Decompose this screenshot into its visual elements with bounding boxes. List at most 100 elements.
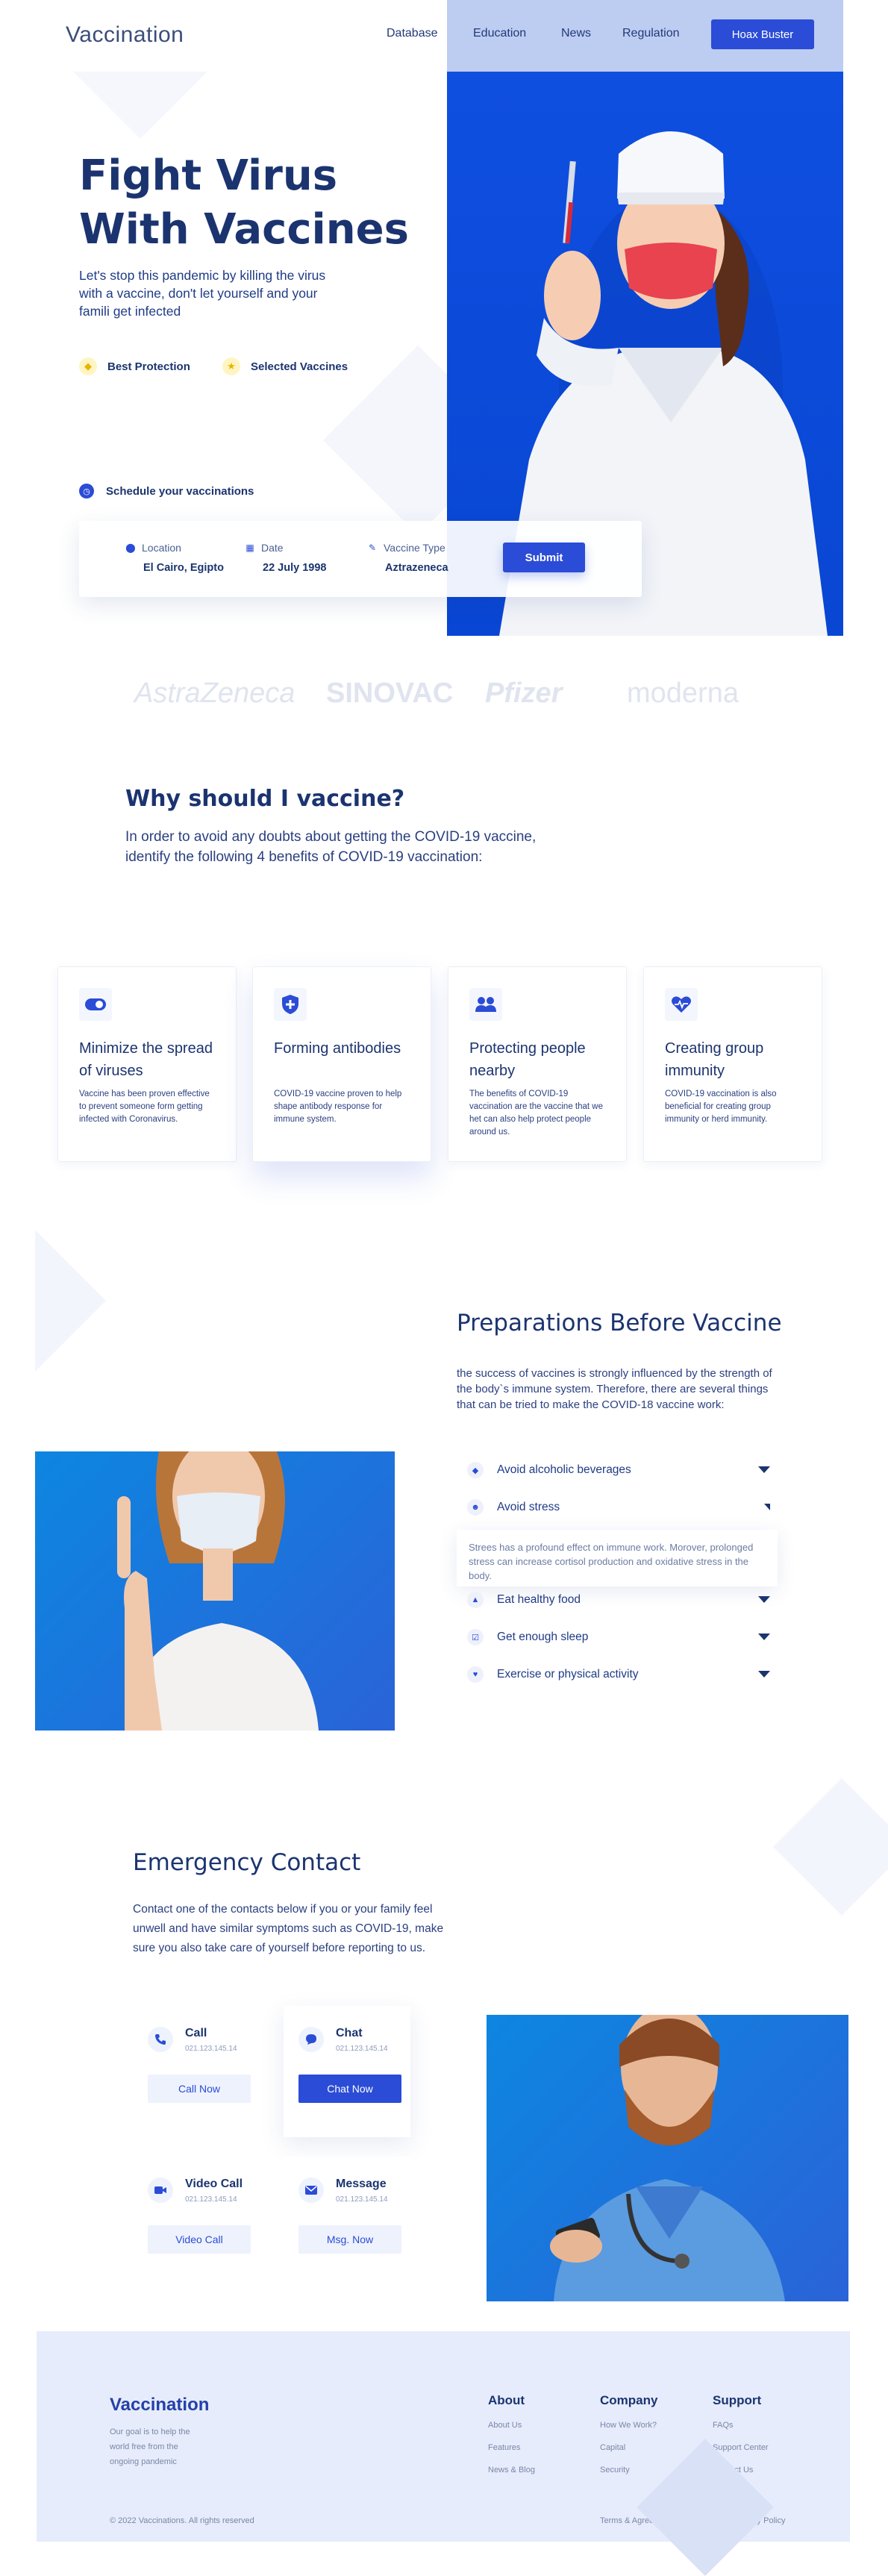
contact-card-video: Video Call 021.123.145.14 Video Call: [133, 2157, 260, 2288]
card-title: Creating group immunity: [665, 1040, 764, 1079]
chevron-down-icon: [758, 1466, 770, 1473]
decor-triangle: [35, 1230, 106, 1372]
users-icon: [469, 988, 502, 1021]
footer-link-news-blog[interactable]: News & Blog: [488, 2466, 535, 2475]
emergency-description: Contact one of the contacts below if you…: [133, 1903, 444, 1954]
footer-link-support-center[interactable]: Support Center: [713, 2443, 769, 2452]
card-title: Forming antibodies: [274, 1040, 401, 1057]
brand-sinovac: SINOVAC: [326, 678, 454, 709]
video-icon: [148, 2178, 173, 2203]
message-now-button[interactable]: Msg. Now: [298, 2225, 401, 2254]
hero-title-line2: With Vaccines: [79, 205, 409, 254]
footer-link-capital[interactable]: Capital: [600, 2443, 625, 2452]
doctor-image: [487, 2015, 848, 2301]
benefit-card[interactable]: Minimize the spread of viruses Vaccine h…: [57, 966, 237, 1162]
footer-heading-support: Support: [713, 2393, 762, 2407]
clock-icon: ◷: [79, 484, 94, 498]
footer-link-security[interactable]: Security: [600, 2466, 630, 2475]
emergency-title: Emergency Contact: [133, 1849, 361, 1876]
hero-subtitle: Let's stop this pandemic by killing the …: [79, 268, 326, 319]
feature-label: Selected Vaccines: [251, 360, 348, 373]
contact-card-message: Message 021.123.145.14 Msg. Now: [284, 2157, 410, 2288]
card-title: Minimize the spread of viruses: [79, 1040, 213, 1079]
schedule-heading: ◷ Schedule your vaccinations: [79, 484, 254, 498]
vaccine-type-label: ✎ Vaccine Type: [368, 542, 445, 554]
date-label: ▦ Date: [246, 542, 284, 554]
contact-name: Chat: [336, 2027, 363, 2039]
decor-diamond: [773, 1778, 888, 1916]
schedule-form: ⬤ Location El Cairo, Egipto ▦ Date 22 Ju…: [79, 521, 642, 597]
accordion-item-food[interactable]: ▲ Eat healthy food: [457, 1587, 778, 1613]
nav-link-database[interactable]: Database: [387, 27, 438, 40]
location-label: ⬤ Location: [125, 542, 181, 554]
vaccine-type-field[interactable]: Aztrazeneca: [385, 562, 448, 574]
schedule-label: Schedule your vaccinations: [106, 484, 254, 498]
prep-description: the success of vaccines is strongly infl…: [457, 1367, 772, 1411]
call-now-button[interactable]: Call Now: [148, 2075, 251, 2103]
footer-link-about-us[interactable]: About Us: [488, 2421, 522, 2430]
woman-mask-image: [35, 1451, 395, 1731]
shield-plus-icon: [274, 988, 307, 1021]
calendar-icon: ▦: [246, 543, 254, 553]
location-field[interactable]: El Cairo, Egipto: [143, 562, 224, 574]
accordion-item-sleep[interactable]: ☑ Get enough sleep: [457, 1625, 778, 1650]
contact-number: 021.123.145.14: [185, 2045, 237, 2053]
brand-moderna: moderna: [627, 678, 739, 709]
chat-now-button[interactable]: Chat Now: [298, 2075, 401, 2103]
contact-card-chat: Chat 021.123.145.14 Chat Now: [284, 2006, 410, 2137]
mail-icon: [298, 2178, 324, 2203]
brand-pfizer: Pfizer: [485, 678, 563, 709]
nav-link-education[interactable]: Education: [473, 27, 526, 40]
card-text: COVID-19 vaccination is also beneficial …: [665, 1090, 777, 1124]
footer-tagline: Our goal is to help the world free from …: [110, 2427, 190, 2466]
hoax-buster-button[interactable]: Hoax Buster: [711, 19, 814, 49]
feature-selected-vaccines: ★ Selected Vaccines: [222, 356, 348, 377]
logo[interactable]: Vaccination: [66, 22, 184, 48]
video-call-button[interactable]: Video Call: [148, 2225, 251, 2254]
feature-label: Best Protection: [107, 360, 190, 373]
card-text: Vaccine has been proven effective to pre…: [79, 1090, 210, 1124]
benefit-card[interactable]: Creating group immunity COVID-19 vaccina…: [643, 966, 822, 1162]
shield-icon: ◆: [467, 1462, 484, 1478]
footer-heading-company: Company: [600, 2393, 658, 2407]
contact-number: 021.123.145.14: [336, 2195, 388, 2204]
check-square-icon: ☑: [467, 1629, 484, 1645]
contact-name: Message: [336, 2178, 387, 2190]
brand-astrazeneca: AstraZeneca: [134, 678, 296, 709]
why-title: Why should I vaccine?: [125, 786, 405, 812]
contact-number: 021.123.145.14: [336, 2045, 388, 2053]
feature-best-protection: ◆ Best Protection: [79, 356, 190, 377]
decor-triangle: [73, 72, 207, 139]
heart-icon: ♥: [467, 1666, 484, 1683]
chevron-down-icon: [758, 1596, 770, 1603]
woman-illustration: [117, 1451, 319, 1731]
heart-pulse-icon: [665, 988, 698, 1021]
smile-icon: ☻: [467, 1499, 484, 1516]
card-text: The benefits of COVID-19 vaccination are…: [469, 1090, 603, 1137]
date-field[interactable]: 22 July 1998: [263, 562, 326, 574]
footer-heading-about: About: [488, 2393, 525, 2407]
nav-link-regulation[interactable]: Regulation: [622, 27, 680, 40]
chart-icon: ▲: [467, 1592, 484, 1608]
star-icon: ★: [222, 357, 240, 375]
accordion-item-stress[interactable]: ☻ Avoid stress: [457, 1495, 778, 1520]
footer-copyright: © 2022 Vaccinations. All rights reserved: [110, 2516, 254, 2525]
benefit-card[interactable]: Forming antibodies COVID-19 vaccine prov…: [252, 966, 431, 1162]
contact-number: 021.123.145.14: [185, 2195, 237, 2204]
footer-link-how-we-work[interactable]: How We Work?: [600, 2421, 657, 2430]
syringe-icon: ✎: [368, 543, 377, 553]
phone-icon: [148, 2027, 173, 2052]
accordion-item-exercise[interactable]: ♥ Exercise or physical activity: [457, 1662, 778, 1687]
accordion-item-alcohol[interactable]: ◆ Avoid alcoholic beverages: [457, 1457, 778, 1483]
benefit-card[interactable]: Protecting people nearby The benefits of…: [448, 966, 627, 1162]
nav-link-news[interactable]: News: [561, 27, 591, 40]
footer-link-faqs[interactable]: FAQs: [713, 2421, 734, 2430]
shield-icon: ◆: [79, 357, 97, 375]
chat-icon: [298, 2027, 324, 2052]
footer-logo[interactable]: Vaccination: [110, 2395, 209, 2416]
chevron-up-icon: [764, 1504, 770, 1510]
submit-button[interactable]: Submit: [503, 543, 585, 572]
chevron-down-icon: [758, 1671, 770, 1678]
footer-link-features[interactable]: Features: [488, 2443, 520, 2452]
contact-card-call: Call 021.123.145.14 Call Now: [133, 2006, 260, 2137]
